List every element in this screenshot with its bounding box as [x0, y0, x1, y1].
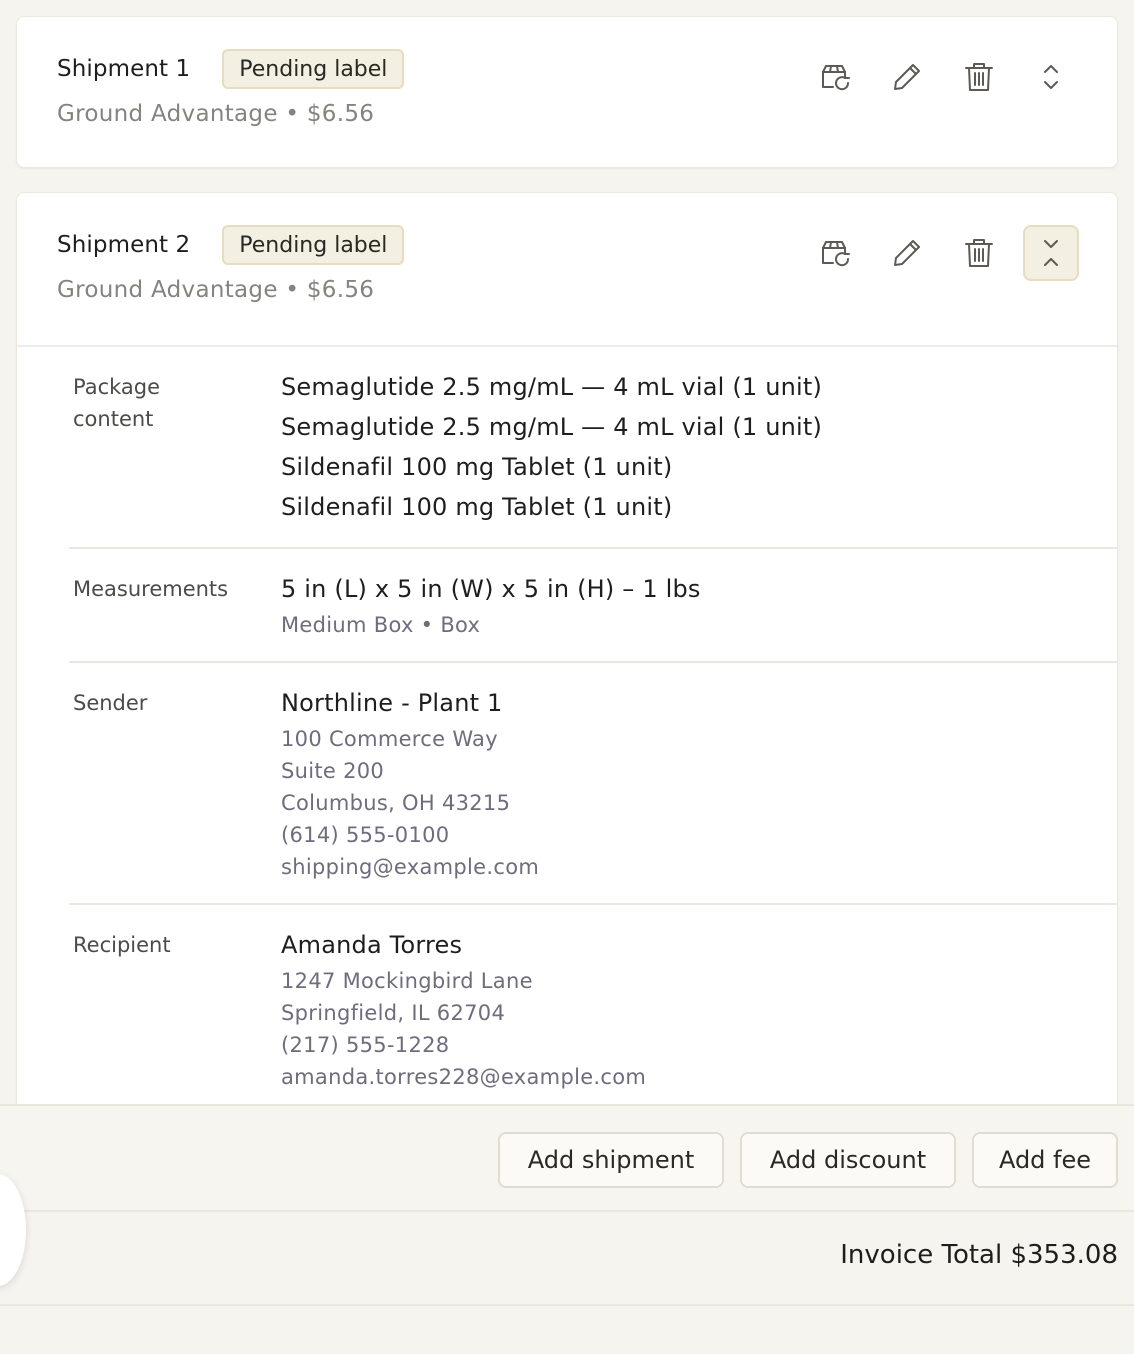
- recipient-address: Amanda Torres 1247 Mockingbird Lane Spri…: [281, 925, 646, 1093]
- recipient-email: amanda.torres228@example.com: [281, 1065, 647, 1089]
- measurements-box: Medium Box • Box: [281, 613, 481, 637]
- shipment-subtitle: Ground Advantage • $6.56: [57, 277, 375, 303]
- footer-action-bar: Add shipment Add discount Add fee: [0, 1104, 1134, 1210]
- measurements-dimensions: 5 in (L) x 5 in (W) x 5 in (H) – 1 lbs: [281, 575, 701, 603]
- sender-row: Sender Northline - Plant 1 100 Commerce …: [69, 683, 1117, 903]
- delete-button[interactable]: [951, 49, 1007, 105]
- sender-line: Suite 200: [281, 759, 385, 783]
- measurements-value: 5 in (L) x 5 in (W) x 5 in (H) – 1 lbs M…: [281, 569, 701, 641]
- status-badge: Pending label: [222, 225, 405, 265]
- shipment-header: Shipment 1 Pending label: [57, 49, 405, 89]
- package-items: Semaglutide 2.5 mg/mL — 4 mL vial (1 uni…: [281, 367, 822, 527]
- trash-icon: [965, 63, 993, 91]
- chevron-collapse-icon: [1044, 240, 1058, 266]
- shipment-title: Shipment 2: [57, 232, 191, 258]
- measurements-row: Measurements 5 in (L) x 5 in (W) x 5 in …: [69, 569, 1117, 659]
- expand-button[interactable]: [1023, 49, 1079, 105]
- refresh-label-button[interactable]: [807, 225, 863, 281]
- sender-phone: (614) 555-0100: [281, 823, 450, 847]
- edit-button[interactable]: [879, 49, 935, 105]
- recipient-line: 1247 Mockingbird Lane: [281, 969, 533, 993]
- sender-name: Northline - Plant 1: [281, 689, 503, 717]
- sender-line: Columbus, OH 43215: [281, 791, 511, 815]
- shipment-card-1: Shipment 1 Pending label Ground Advantag…: [16, 16, 1118, 168]
- pencil-icon: [894, 64, 920, 90]
- collapse-button[interactable]: [1023, 225, 1079, 281]
- shipment-card-2: Shipment 2 Pending label Ground Advantag…: [16, 192, 1118, 1112]
- package-item: Sildenafil 100 mg Tablet (1 unit): [281, 453, 673, 481]
- delete-button[interactable]: [951, 225, 1007, 281]
- package-item: Semaglutide 2.5 mg/mL — 4 mL vial (1 uni…: [281, 413, 823, 441]
- row-divider: [69, 547, 1117, 549]
- recipient-label: Recipient: [73, 933, 171, 957]
- recipient-line: Springfield, IL 62704: [281, 1001, 506, 1025]
- add-fee-button[interactable]: Add fee: [972, 1132, 1118, 1188]
- add-discount-button[interactable]: Add discount: [740, 1132, 956, 1188]
- package-refresh-icon: [822, 65, 850, 91]
- row-divider: [69, 903, 1117, 905]
- measurements-label: Measurements: [73, 577, 229, 601]
- recipient-row: Recipient Amanda Torres 1247 Mockingbird…: [69, 925, 1117, 1112]
- sender-line: 100 Commerce Way: [281, 727, 498, 751]
- package-item: Sildenafil 100 mg Tablet (1 unit): [281, 493, 673, 521]
- shipment-actions: [807, 49, 1079, 105]
- invoice-total-bar: Invoice Total $353.08: [0, 1210, 1134, 1306]
- status-badge: Pending label: [222, 49, 405, 89]
- edit-button[interactable]: [879, 225, 935, 281]
- sender-email: shipping@example.com: [281, 855, 540, 879]
- package-refresh-icon: [822, 241, 850, 267]
- pencil-icon: [894, 240, 920, 266]
- package-content-row: Package content Semaglutide 2.5 mg/mL — …: [69, 367, 1117, 551]
- trash-icon: [965, 239, 993, 267]
- sender-label: Sender: [73, 691, 148, 715]
- shipment-title: Shipment 1: [57, 56, 191, 82]
- sender-address: Northline - Plant 1 100 Commerce Way Sui…: [281, 683, 539, 883]
- shipment-actions: [807, 225, 1079, 281]
- chevron-up-down-icon: [1044, 65, 1058, 89]
- shipment-subtitle: Ground Advantage • $6.56: [57, 101, 375, 127]
- recipient-phone: (217) 555-1228: [281, 1033, 450, 1057]
- invoice-total: Invoice Total $353.08: [840, 1240, 1118, 1270]
- shipment-header: Shipment 2 Pending label: [57, 225, 405, 265]
- package-item: Semaglutide 2.5 mg/mL — 4 mL vial (1 uni…: [281, 373, 823, 401]
- package-content-label: Package content: [73, 375, 161, 431]
- recipient-name: Amanda Torres: [281, 931, 463, 959]
- add-shipment-button[interactable]: Add shipment: [498, 1132, 724, 1188]
- refresh-label-button[interactable]: [807, 49, 863, 105]
- row-divider: [69, 661, 1117, 663]
- card-divider: [17, 345, 1117, 347]
